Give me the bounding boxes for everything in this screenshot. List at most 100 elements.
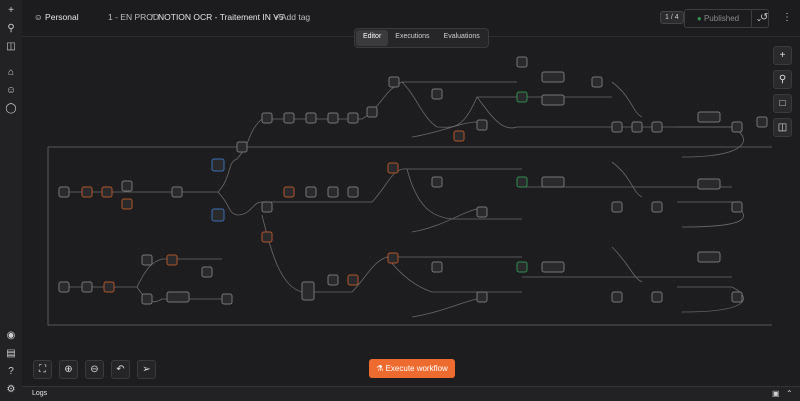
workflow-node[interactable] xyxy=(516,56,528,68)
workflow-node[interactable] xyxy=(731,291,743,303)
zoom-in-icon[interactable]: ⊕ xyxy=(59,360,78,379)
workflow-node[interactable] xyxy=(731,121,743,133)
workflow-node[interactable] xyxy=(121,180,133,192)
chevron-up-icon[interactable]: ⌃ xyxy=(786,389,793,398)
workflow-node[interactable] xyxy=(431,176,443,188)
workflow-node[interactable] xyxy=(81,186,93,198)
workflow-node[interactable] xyxy=(81,281,93,293)
user-icon[interactable]: ☺ xyxy=(4,84,18,98)
workflow-node[interactable] xyxy=(327,112,339,124)
workflow-node[interactable] xyxy=(541,71,565,83)
logs-panel-bar[interactable]: Logs ▣ ⌃ xyxy=(22,386,800,401)
workflow-node[interactable] xyxy=(366,106,378,118)
tab-editor[interactable]: Editor xyxy=(356,30,389,46)
workflow-node[interactable] xyxy=(516,261,528,273)
workflow-node[interactable] xyxy=(301,281,315,301)
workflow-node[interactable] xyxy=(305,186,317,198)
help-icon[interactable]: ? xyxy=(4,365,18,379)
workflow-node[interactable] xyxy=(756,116,768,128)
workflow-node[interactable] xyxy=(101,186,113,198)
workflow-node[interactable] xyxy=(58,281,70,293)
workflow-node[interactable] xyxy=(121,198,133,210)
workflow-node[interactable] xyxy=(516,91,528,103)
workflow-node[interactable] xyxy=(141,293,153,305)
publish-button[interactable]: ● Published xyxy=(684,9,752,28)
sticky-note-icon[interactable]: □ xyxy=(773,94,792,113)
workflow-node[interactable] xyxy=(103,281,115,293)
workflow-node[interactable] xyxy=(327,186,339,198)
workflow-node[interactable] xyxy=(347,112,359,124)
workflow-node[interactable] xyxy=(431,88,443,100)
workflow-node[interactable] xyxy=(201,266,213,278)
tab-executions[interactable]: Executions xyxy=(388,30,436,46)
workflow-node[interactable] xyxy=(541,94,565,106)
templates-icon[interactable]: ◉ xyxy=(4,329,18,343)
workflow-node[interactable] xyxy=(166,291,190,303)
workflow-node[interactable] xyxy=(387,162,399,174)
workflow-node[interactable] xyxy=(305,112,317,124)
project-breadcrumb[interactable]: ☺ Personal xyxy=(34,12,79,22)
workflow-node[interactable] xyxy=(697,251,721,263)
workflow-node[interactable] xyxy=(58,186,70,198)
workflow-node[interactable] xyxy=(211,158,225,172)
workflow-node[interactable] xyxy=(388,76,400,88)
workflow-node[interactable] xyxy=(211,208,225,222)
workflow-node[interactable] xyxy=(541,261,565,273)
workflow-node[interactable] xyxy=(347,186,359,198)
undo-icon[interactable]: ↶ xyxy=(111,360,130,379)
workflow-node[interactable] xyxy=(327,274,339,286)
add-tag-link[interactable]: + Add tag xyxy=(274,12,310,22)
workflow-node[interactable] xyxy=(453,130,465,142)
workflow-node[interactable] xyxy=(516,176,528,188)
history-icon[interactable]: ↺ xyxy=(760,12,768,23)
workflow-node[interactable] xyxy=(611,121,623,133)
workflow-node[interactable] xyxy=(651,201,663,213)
workflow-node[interactable] xyxy=(283,186,295,198)
workflow-node[interactable] xyxy=(387,252,399,264)
workflow-canvas[interactable] xyxy=(22,37,800,387)
insights-icon[interactable]: ▤ xyxy=(4,347,18,361)
workflow-node[interactable] xyxy=(476,119,488,131)
workflow-node[interactable] xyxy=(261,201,273,213)
add-node-icon[interactable]: + xyxy=(773,46,792,65)
home-icon[interactable]: ⌂ xyxy=(4,66,18,80)
workflow-node[interactable] xyxy=(731,201,743,213)
search-icon[interactable]: ⚲ xyxy=(4,22,18,36)
workflow-node[interactable] xyxy=(631,121,643,133)
workflow-node[interactable] xyxy=(476,206,488,218)
zoom-search-icon[interactable]: ⚲ xyxy=(773,70,792,89)
zoom-out-icon[interactable]: ⊖ xyxy=(85,360,104,379)
workflow-node[interactable] xyxy=(476,291,488,303)
more-options-icon[interactable]: ⋮ xyxy=(782,12,792,23)
panel-icon[interactable]: ◫ xyxy=(773,118,792,137)
settings-icon[interactable]: ⚙ xyxy=(4,383,18,397)
workflow-node[interactable] xyxy=(697,178,721,190)
workflow-node[interactable] xyxy=(591,76,603,88)
tab-evaluations[interactable]: Evaluations xyxy=(437,30,487,46)
sidebar-icon[interactable]: ◫ xyxy=(4,40,18,54)
workflow-node[interactable] xyxy=(221,293,233,305)
workflow-node[interactable] xyxy=(651,121,663,133)
status-dot-icon: ● xyxy=(696,14,702,23)
execute-workflow-button[interactable]: ⚗ Execute workflow xyxy=(369,359,455,378)
workflow-title[interactable]: NOTION OCR - Traitement IN V5 xyxy=(158,12,284,22)
select-tool-icon[interactable]: ➢ xyxy=(137,360,156,379)
workflow-node[interactable] xyxy=(347,274,359,286)
fit-view-icon[interactable]: ⛶ xyxy=(33,360,52,379)
workflow-node[interactable] xyxy=(261,231,273,243)
workflow-node[interactable] xyxy=(697,111,721,123)
workflow-node[interactable] xyxy=(171,186,183,198)
workflow-node[interactable] xyxy=(541,176,565,188)
workflow-node[interactable] xyxy=(431,261,443,273)
workflow-node[interactable] xyxy=(236,141,248,153)
workflow-node[interactable] xyxy=(611,201,623,213)
workflow-node[interactable] xyxy=(283,112,295,124)
workflow-node[interactable] xyxy=(651,291,663,303)
popout-icon[interactable]: ▣ xyxy=(772,389,780,398)
workflow-node[interactable] xyxy=(261,112,273,124)
chat-icon[interactable]: ◯ xyxy=(4,102,18,116)
workflow-node[interactable] xyxy=(166,254,178,266)
workflow-node[interactable] xyxy=(611,291,623,303)
workflow-node[interactable] xyxy=(141,254,153,266)
plus-icon[interactable]: + xyxy=(4,4,18,18)
